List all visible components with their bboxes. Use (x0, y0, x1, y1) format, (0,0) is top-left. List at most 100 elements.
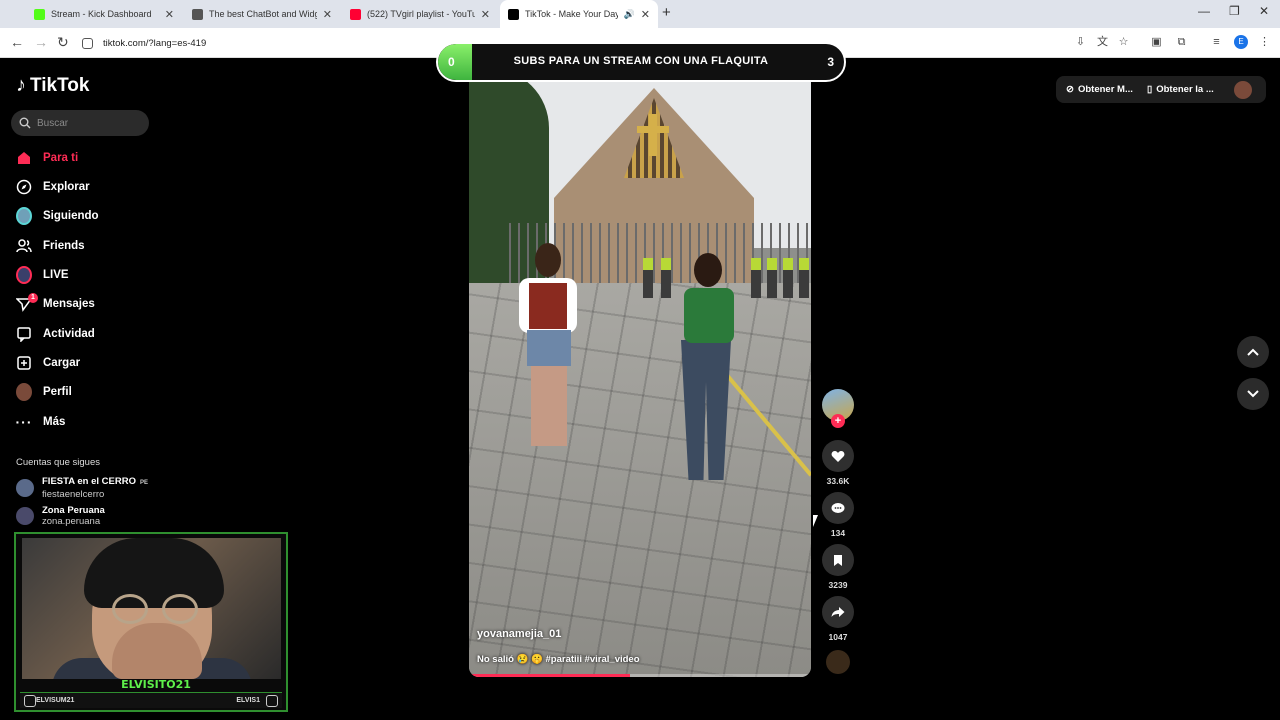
tiktok-icon (508, 8, 519, 20)
nav-siguiendo[interactable]: Siguiendo (16, 205, 99, 227)
search-input[interactable] (37, 117, 137, 129)
messages-icon: 1 (16, 293, 38, 312)
goal-text: SUBS PARA UN STREAM CON UNA FLAQUITA (513, 55, 769, 67)
save-button[interactable] (822, 544, 854, 576)
nav-cargar[interactable]: Cargar (16, 352, 80, 374)
nav-label: LIVE (43, 269, 69, 281)
comment-button[interactable] (822, 492, 854, 524)
youtube-icon (350, 8, 361, 20)
social-bar: ELVISUM21 ELVIS1 (20, 692, 282, 708)
more-icon: ··· (15, 414, 33, 430)
extension-icon[interactable]: ▣ (1150, 36, 1163, 49)
tab-tiktok[interactable]: TikTok - Make Your Day 🔊 ✕ (500, 0, 658, 28)
nav-live[interactable]: LIVE (16, 264, 69, 286)
profile-avatar[interactable]: E (1234, 35, 1248, 49)
tab-title: The best ChatBot and Widgets (209, 9, 317, 19)
forward-icon[interactable]: → (34, 34, 48, 50)
tab-kick-dashboard[interactable]: Stream - Kick Dashboard ✕ (26, 0, 182, 28)
nav-friends[interactable]: Friends (16, 235, 85, 257)
cross-icon (649, 114, 657, 156)
kick-icon (34, 8, 45, 20)
media-icon[interactable]: ≡ (1210, 36, 1223, 49)
bookmark-star-icon[interactable]: ☆ (1117, 36, 1130, 49)
instagram-handle: ELVISUM21 (36, 697, 75, 704)
activity-icon (16, 326, 32, 342)
upload-icon (16, 355, 32, 371)
tab-title: TikTok - Make Your Day (525, 9, 618, 19)
search-icon (19, 117, 31, 129)
search-box[interactable] (11, 110, 149, 136)
follow-plus-icon[interactable]: + (831, 414, 845, 428)
friends-icon (16, 238, 32, 254)
bookmark-icon (834, 554, 842, 566)
puzzle-icon[interactable]: ⧉ (1175, 36, 1188, 49)
translate-icon[interactable]: 文 (1096, 36, 1109, 49)
nav-actividad[interactable]: Actividad (16, 323, 95, 345)
live-icon (16, 266, 32, 284)
account-name: FIESTA en el CERRO (42, 476, 136, 487)
video-progress-fill (469, 674, 630, 677)
following-account[interactable]: Zona Peruana zona.peruana (16, 505, 105, 527)
speaker-icon[interactable]: 🔊 (624, 9, 635, 20)
nav-label: Friends (43, 240, 85, 252)
install-icon[interactable]: ⇩ (1074, 36, 1087, 49)
video-caption: No salió 😢 🤫 #paratiii #viral_video (477, 654, 640, 665)
tab-chatbot[interactable]: The best ChatBot and Widgets ✕ (184, 0, 340, 28)
previous-video-button[interactable] (1237, 336, 1269, 368)
subs-goal-bar: 0 SUBS PARA UN STREAM CON UNA FLAQUITA 3 (436, 42, 846, 82)
music-disc-icon[interactable] (826, 650, 850, 674)
back-icon[interactable]: ← (10, 34, 24, 50)
next-video-button[interactable] (1237, 378, 1269, 410)
nav-para-ti[interactable]: Para ti (16, 147, 78, 169)
reload-icon[interactable]: ↻ (57, 34, 69, 51)
nav-label: Explorar (43, 181, 90, 193)
discord-handle: ELVIS1 (236, 697, 260, 704)
restore-icon[interactable]: ❐ (1229, 4, 1240, 18)
button-label: Obtener la ... (1156, 84, 1214, 95)
phone-icon: ▯ (1147, 84, 1153, 95)
close-icon[interactable]: ✕ (481, 8, 490, 21)
nav-mas[interactable]: ··· Más (15, 411, 66, 433)
nav-perfil[interactable]: Perfil (16, 381, 72, 403)
close-icon[interactable]: ✕ (323, 8, 332, 21)
nav-label: Para ti (43, 152, 79, 164)
window-close-icon[interactable]: ✕ (1259, 4, 1269, 18)
heart-icon (831, 450, 845, 462)
like-count: 33.6K (826, 476, 850, 486)
get-app-button[interactable]: ▯ Obtener la ... (1147, 76, 1214, 103)
instagram-icon (24, 694, 36, 707)
nav-label: Cargar (43, 357, 81, 369)
nav-explorar[interactable]: Explorar (16, 176, 90, 198)
site-info-icon[interactable] (82, 37, 93, 49)
new-tab-icon[interactable]: + (662, 4, 671, 21)
tab-title: Stream - Kick Dashboard (51, 9, 152, 19)
account-name: Zona Peruana (42, 505, 105, 516)
following-heading: Cuentas que sigues (16, 457, 100, 468)
save-count: 3239 (828, 580, 848, 590)
nav-mensajes[interactable]: 1 Mensajes (16, 293, 95, 315)
webcam-overlay: ELVISITO21 ELVISUM21 ELVIS1 (14, 532, 288, 712)
menu-icon[interactable]: ⋮ (1258, 36, 1271, 49)
close-icon[interactable]: ✕ (641, 8, 650, 21)
video-username[interactable]: yovanamejia_01 (477, 628, 561, 640)
compass-icon (16, 179, 32, 195)
video-progress-bar[interactable] (469, 674, 811, 677)
minimize-icon[interactable]: — (1198, 4, 1210, 18)
close-icon[interactable]: ✕ (165, 8, 174, 21)
coin-icon: ⊘ (1066, 84, 1074, 95)
nav-label: Más (43, 416, 66, 428)
mouse-cursor (813, 515, 818, 527)
comment-icon (831, 502, 845, 513)
like-button[interactable] (822, 440, 854, 472)
tiktok-logo[interactable]: ♪ TikTok (16, 74, 89, 97)
share-button[interactable] (822, 596, 854, 628)
button-label: Obtener M... (1077, 84, 1133, 95)
get-coins-button[interactable]: ⊘ Obtener M... (1066, 76, 1133, 103)
share-count: 1047 (828, 632, 848, 642)
tab-youtube[interactable]: (522) TVgirl playlist - YouTube ✕ (342, 0, 498, 28)
user-avatar[interactable] (1234, 81, 1252, 99)
chevron-down-icon (1247, 390, 1259, 398)
nav-label: Siguiendo (43, 210, 99, 222)
video-player[interactable]: yovanamejia_01 No salió 😢 🤫 #paratiii #v… (469, 68, 811, 677)
following-account[interactable]: FIESTA en el CERRO PE fiestaenelcerro (16, 476, 148, 500)
